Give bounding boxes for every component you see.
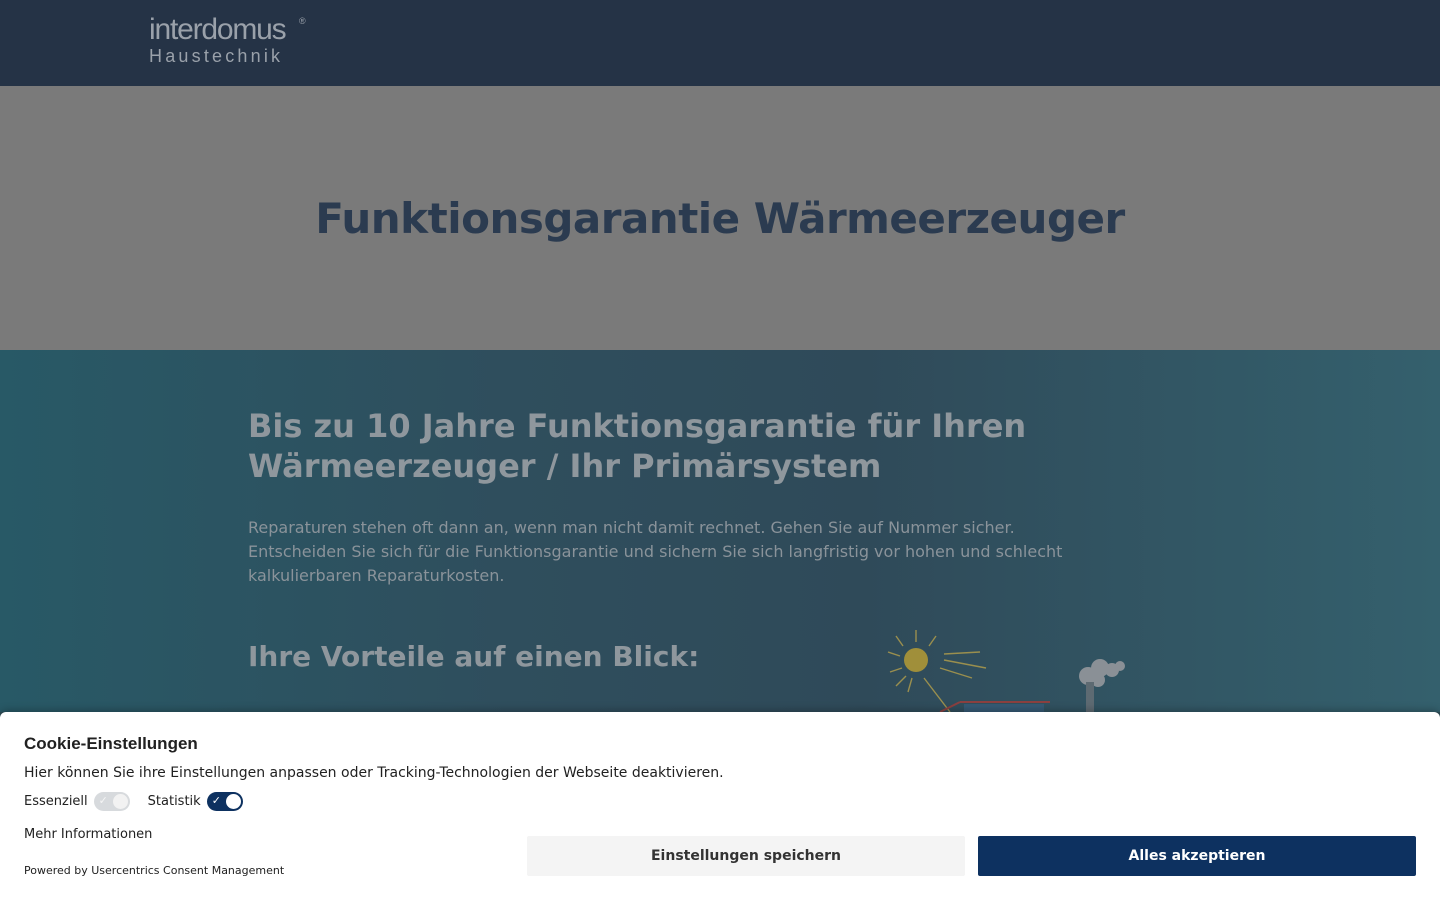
- benefits-heading: Ihre Vorteile auf einen Blick:: [248, 640, 700, 673]
- powered-by-text: Powered by Usercentrics Consent Manageme…: [24, 864, 285, 877]
- page-title: Funktionsgarantie Wärmeerzeuger: [315, 194, 1125, 243]
- toggle-knob: [112, 794, 128, 809]
- essential-toggle: ✓: [93, 792, 130, 811]
- solar-panel: [964, 704, 1044, 712]
- content-section: Bis zu 10 Jahre Funktionsgarantie für Ih…: [0, 350, 1440, 712]
- cookie-banner: Cookie-Einstellungen Hier können Sie ihr…: [0, 712, 1440, 900]
- consent-toggles: Essenziell ✓ Statistik ✓: [24, 792, 261, 811]
- toggle-knob: [225, 794, 241, 809]
- solar-house-illustration: [887, 630, 1125, 712]
- statistics-toggle[interactable]: ✓: [206, 792, 243, 811]
- check-icon: ✓: [211, 794, 221, 807]
- logo[interactable]: interdomus ® Haustechnik: [149, 13, 306, 67]
- chimney: [1086, 682, 1094, 712]
- save-settings-button[interactable]: Einstellungen speichern: [527, 836, 965, 876]
- section-heading: Bis zu 10 Jahre Funktionsgarantie für Ih…: [248, 407, 1027, 485]
- intro-paragraph: Reparaturen stehen oft dann an, wenn man…: [248, 518, 1063, 585]
- cookie-title: Cookie-Einstellungen: [24, 734, 198, 753]
- toggle-label-essential: Essenziell: [24, 794, 88, 809]
- check-icon: ✓: [98, 794, 108, 807]
- logo-subtitle: Haustechnik: [149, 46, 284, 66]
- site-header: interdomus ® Haustechnik: [0, 0, 1440, 86]
- logo-registered-mark: ®: [299, 16, 306, 26]
- sun-icon: [887, 630, 987, 712]
- chimney-smoke: [1079, 659, 1125, 687]
- accept-all-button[interactable]: Alles akzeptieren: [978, 836, 1416, 876]
- more-info-link[interactable]: Mehr Informationen: [24, 827, 152, 842]
- hero-section: Funktionsgarantie Wärmeerzeuger: [0, 86, 1440, 350]
- toggle-label-statistics: Statistik: [147, 794, 201, 809]
- cookie-description: Hier können Sie ihre Einstellungen anpas…: [24, 765, 724, 781]
- logo-wordmark: interdomus: [149, 13, 287, 46]
